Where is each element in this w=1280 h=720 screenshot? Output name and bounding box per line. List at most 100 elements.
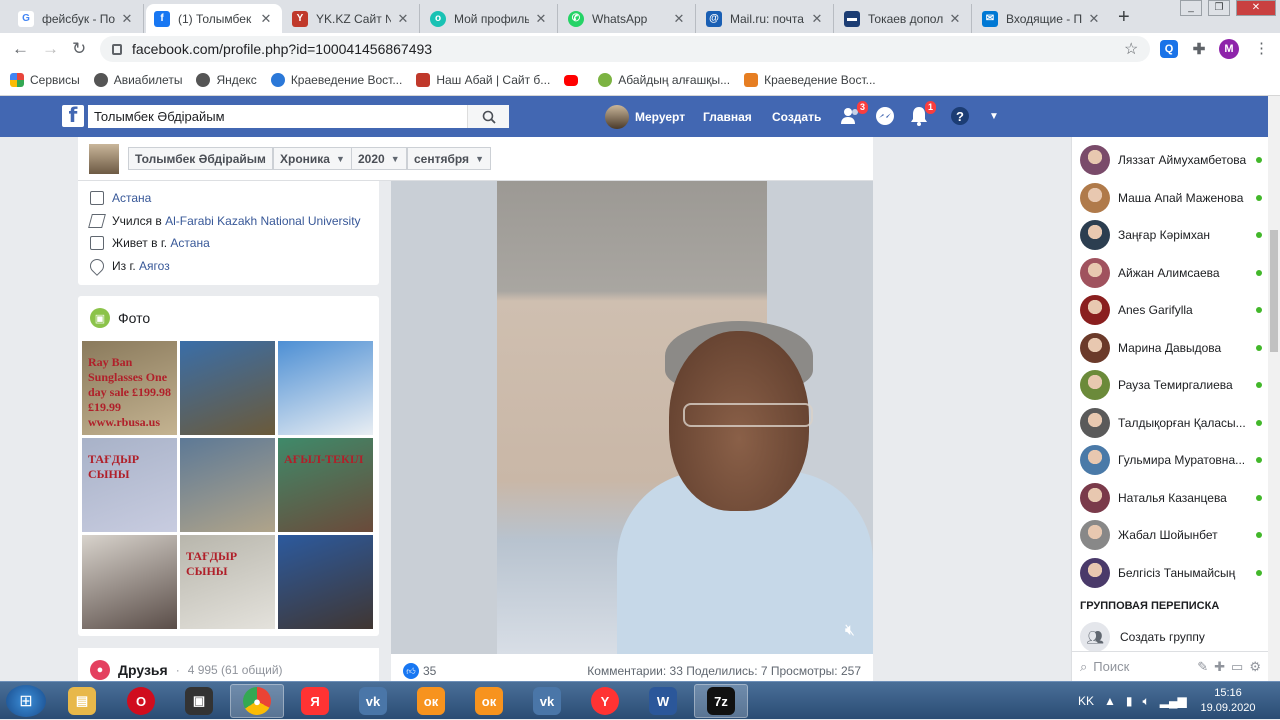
mute-volume-icon[interactable]: 🔇︎ [845,622,855,640]
bookmark-star-icon[interactable]: ☆ [1124,39,1138,59]
chat-contact[interactable]: Гульмира Муратовна... [1080,444,1262,476]
system-clock[interactable]: 15:16 19.09.2020 [1196,686,1260,716]
browser-tab[interactable]: o Мой профиль ✕ [422,4,558,33]
chat-contact[interactable]: Белгісіз Танымайсың [1080,557,1262,589]
timeline-year-select[interactable]: 2020 ▼ [351,147,407,170]
restore-icon[interactable]: ❐ [1208,0,1230,16]
chat-contact[interactable]: Айжан Алимсаева [1080,257,1262,289]
taskbar-app-explorer[interactable]: ▤ [55,684,109,718]
like-icon[interactable]: 👍︎ [403,663,419,679]
bookmark-item[interactable]: Сервисы [10,73,80,87]
taskbar-app-vk2[interactable]: vk [520,684,574,718]
minimize-icon[interactable]: _ [1180,0,1202,16]
fb-home-link[interactable]: Главная [703,96,752,137]
create-group-button[interactable]: 👥︎ Создать группу [1080,622,1205,652]
tray-arrow-icon[interactable]: ▲ [1104,694,1116,708]
taskbar-app-word[interactable]: W [636,684,690,718]
forward-icon[interactable]: → [42,39,59,59]
close-tab-icon[interactable]: ✕ [1086,11,1102,27]
messenger-icon[interactable] [874,105,896,127]
taskbar-app-chrome[interactable]: ● [230,684,284,718]
signal-icon[interactable]: ▂▄▆ [1160,694,1187,708]
timeline-month-select[interactable]: сентября ▼ [407,147,491,170]
bookmark-item[interactable]: Наш Абай | Сайт б... [416,73,550,87]
close-tab-icon[interactable]: ✕ [947,11,963,27]
bookmark-item[interactable]: Краеведение Вост... [270,73,402,87]
back-icon[interactable]: ← [12,39,29,59]
photo-thumbnail[interactable] [180,438,275,532]
chat-contact[interactable]: Рауза Темиргалиева [1080,369,1262,401]
taskbar-app-opera[interactable]: O [114,684,168,718]
browser-tab-active[interactable]: f (1) Толымбек Ә ✕ [146,4,282,33]
chat-contact[interactable]: Заңғар Кәрімхан [1080,219,1262,251]
photo-thumbnail[interactable]: ТАҒДЫР СЫНЫ [180,535,275,629]
close-tab-icon[interactable]: ✕ [809,11,825,27]
taskbar-app-7zip[interactable]: 7z [694,684,748,718]
timeline-section-select[interactable]: Хроника ▼ [273,147,352,170]
bookmark-item[interactable]: Авиабилеты [93,73,182,87]
photo-thumbnail[interactable] [82,535,177,629]
profile-avatar-icon[interactable]: M [1219,39,1239,59]
video-player[interactable]: 🔇︎ [391,181,873,654]
video-call-icon[interactable]: ▭ [1231,659,1243,675]
chat-contact[interactable]: Талдықорған Қаласы... [1080,407,1262,439]
close-tab-icon[interactable]: ✕ [671,11,687,27]
chat-contact[interactable]: Жабал Шойынбет [1080,519,1262,551]
new-tab-button[interactable]: + [1118,6,1130,29]
bookmark-item[interactable]: Краеведение Вост... [744,73,876,87]
chat-contact[interactable]: Anes Garifylla [1080,294,1262,326]
browser-tab[interactable]: G фейсбук - Пои ✕ [10,4,144,33]
facebook-logo-icon[interactable]: f [62,103,84,127]
browser-tab[interactable]: ✆ WhatsApp ✕ [560,4,696,33]
page-scrollbar[interactable] [1268,96,1280,681]
search-button[interactable] [467,105,509,128]
taskbar-app-ok[interactable]: ок [404,684,458,718]
chat-contact[interactable]: Марина Давыдова [1080,332,1262,364]
taskbar-app-yandex[interactable]: Я [288,684,342,718]
taskbar-app-media[interactable]: ▣ [172,684,226,718]
extensions-puzzle-icon[interactable]: ✚ [1190,40,1208,58]
volume-icon[interactable]: 🔈︎ [1143,694,1150,709]
fb-create-link[interactable]: Создать [772,96,821,137]
lives-city-link[interactable]: Астана [170,236,209,250]
language-indicator[interactable]: KK [1078,694,1094,708]
account-menu-chevron-icon[interactable]: ▼ [983,105,1005,127]
browser-tab[interactable]: ✉ Входящие - По ✕ [974,4,1110,33]
close-window-icon[interactable]: ✕ [1236,0,1276,16]
photo-thumbnail[interactable] [278,341,373,435]
notifications-bell-icon[interactable]: 1 [908,101,936,127]
friends-heading[interactable]: ● Друзья · 4 995 (61 общий) [90,660,283,680]
start-button[interactable]: ⊞ [6,685,46,717]
bookmark-item[interactable] [564,74,584,86]
bookmark-item[interactable]: Яндекс [196,73,257,87]
chat-contact[interactable]: Ляззат Аймухамбетова [1080,144,1262,176]
fb-profile-link[interactable]: Меруерт [605,96,685,137]
reload-icon[interactable]: ↻ [72,39,86,59]
browser-tab[interactable]: Y YK.KZ Сайт №1 ✕ [284,4,420,33]
friend-requests-icon[interactable]: 3 [840,101,868,127]
intro-work-link[interactable]: Астана [112,191,151,205]
photo-thumbnail[interactable]: АҒЫЛ-ТЕКІЛ [278,438,373,532]
photo-thumbnail[interactable]: Ray Ban Sunglasses One day sale £199.98 … [82,341,177,435]
taskbar-app-yandex-browser[interactable]: Y [578,684,632,718]
photo-thumbnail[interactable]: ТАҒДЫР СЫНЫ [82,438,177,532]
chat-contact[interactable]: Маша Апай Маженова [1080,182,1262,214]
browser-tab[interactable]: ▬ Токаев дополн ✕ [836,4,972,33]
like-count[interactable]: 35 [423,664,436,678]
photo-thumbnail[interactable] [278,535,373,629]
menu-kebab-icon[interactable]: ⋮ [1254,39,1269,57]
browser-tab[interactable]: @ Mail.ru: почта, ✕ [698,4,834,33]
fb-search-input[interactable] [88,105,467,128]
taskbar-app-vk[interactable]: vk [346,684,400,718]
photos-heading[interactable]: ▣ Фото [90,308,150,328]
bookmark-item[interactable]: Абайдың алғашқы... [598,73,730,87]
hometown-link[interactable]: Аягоз [139,259,170,273]
chat-search-input[interactable]: Поиск [1093,659,1191,674]
close-tab-icon[interactable]: ✕ [533,11,549,27]
close-tab-icon[interactable]: ✕ [119,11,135,27]
photo-thumbnail[interactable] [180,341,275,435]
search-extension-icon[interactable]: Q [1160,40,1178,58]
taskbar-app-ok2[interactable]: ок [462,684,516,718]
avatar[interactable] [89,144,119,174]
close-tab-icon[interactable]: ✕ [258,11,274,27]
